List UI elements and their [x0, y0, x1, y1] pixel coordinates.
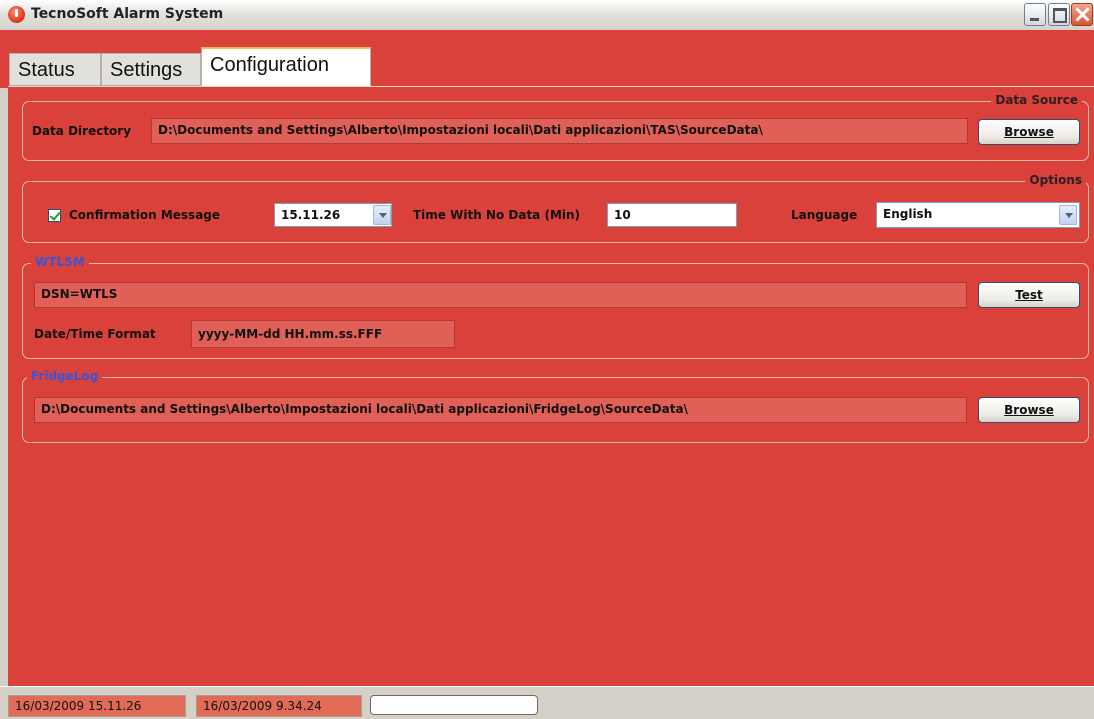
status-time-last-data: 16/03/2009 9.34.24 — [196, 695, 362, 717]
window-title: TecnoSoft Alarm System — [31, 6, 224, 22]
options-title: Options — [1025, 173, 1086, 187]
app-window: TecnoSoft Alarm System Status Settings C… — [0, 0, 1094, 719]
no-data-time-input[interactable]: 10 — [607, 203, 737, 227]
data-source-title: Data Source — [991, 93, 1082, 107]
close-icon[interactable] — [1071, 3, 1093, 26]
fridgelog-group: FridgeLog D:\Documents and Settings\Albe… — [22, 369, 1089, 443]
tab-status[interactable]: Status — [9, 53, 101, 86]
confirmation-checkbox[interactable] — [48, 209, 61, 222]
fridgelog-browse-button[interactable]: Browse — [978, 397, 1080, 423]
data-directory-label: Data Directory — [32, 124, 132, 138]
tab-settings[interactable]: Settings — [101, 53, 201, 86]
no-data-time-label: Time With No Data (Min) — [413, 208, 581, 222]
status-time-current: 16/03/2009 15.11.26 — [8, 695, 186, 717]
fridgelog-path-field[interactable]: D:\Documents and Settings\Alberto\Impost… — [34, 397, 967, 423]
chevron-down-icon[interactable] — [1059, 205, 1077, 225]
dsn-field[interactable]: DSN=WTLS — [34, 282, 967, 308]
title-bar[interactable]: TecnoSoft Alarm System — [0, 0, 1094, 31]
wtlsm-title: WTLSM — [31, 255, 89, 269]
language-select[interactable]: English — [876, 202, 1080, 228]
data-source-group: Data Source Data Directory D:\Documents … — [22, 93, 1089, 161]
chevron-down-icon[interactable] — [373, 205, 391, 225]
alarm-app-icon — [8, 6, 25, 23]
datetime-format-field[interactable]: yyyy-MM-dd HH.mm.ss.FFF — [191, 320, 455, 348]
status-bar: 16/03/2009 15.11.26 16/03/2009 9.34.24 — [0, 686, 1094, 719]
options-group: Options Confirmation Message 15.11.26 Ti… — [22, 173, 1089, 243]
test-button[interactable]: Test — [978, 282, 1080, 308]
data-directory-field[interactable]: D:\Documents and Settings\Alberto\Impost… — [151, 118, 968, 144]
data-source-browse-button[interactable]: Browse — [978, 119, 1080, 145]
status-progress-bar — [370, 695, 538, 715]
wtlsm-group: WTLSM DSN=WTLS Test Date/Time Format yyy… — [22, 255, 1089, 359]
configuration-panel: Data Source Data Directory D:\Documents … — [8, 86, 1094, 687]
minimize-icon[interactable] — [1024, 3, 1046, 26]
language-label: Language — [791, 208, 858, 222]
confirmation-message-label: Confirmation Message — [69, 208, 221, 222]
datetime-format-label: Date/Time Format — [34, 327, 156, 341]
fridgelog-title: FridgeLog — [27, 369, 103, 383]
maximize-icon[interactable] — [1048, 3, 1070, 26]
tab-configuration[interactable]: Configuration — [201, 47, 371, 87]
